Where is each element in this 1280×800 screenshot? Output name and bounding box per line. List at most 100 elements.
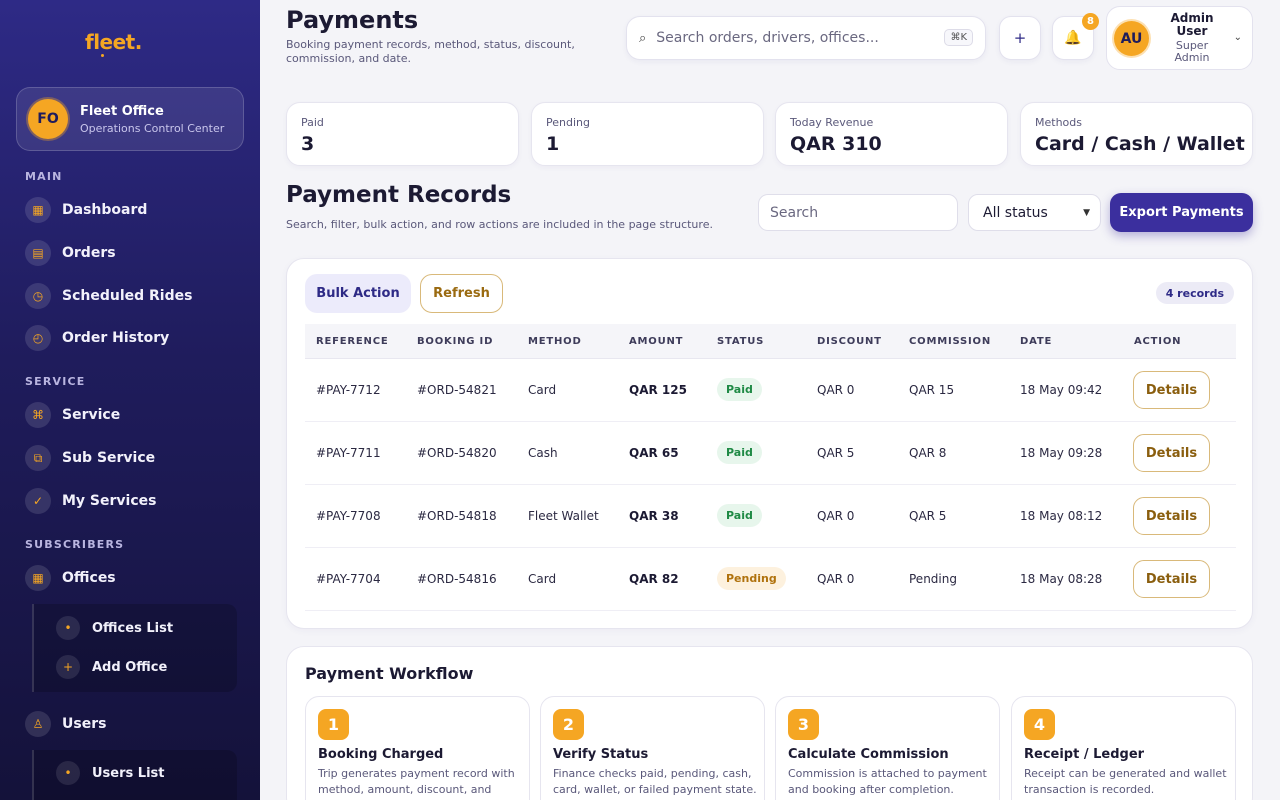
cell-date: 18 May 09:28	[1020, 446, 1103, 460]
check-icon: ✓	[25, 488, 51, 514]
stat-value: QAR 310	[790, 133, 882, 155]
cell-amount: QAR 82	[629, 572, 679, 586]
plus-icon: +	[1013, 29, 1027, 47]
sidebar-subitem-label: Offices List	[92, 620, 174, 636]
sidebar-subitem-add-office[interactable]: + Add Office	[56, 655, 167, 679]
bulk-action-button[interactable]: Bulk Action	[305, 274, 411, 313]
step-title: Calculate Commission	[788, 747, 949, 762]
sidebar-item-orders[interactable]: ▤ Orders	[25, 239, 116, 267]
cell-method: Card	[528, 383, 557, 397]
user-role: Super Admin	[1174, 39, 1210, 64]
sidebar-item-sub-service[interactable]: ⧉ Sub Service	[25, 444, 155, 472]
office-switcher[interactable]: FO Fleet Office Operations Control Cente…	[16, 87, 244, 151]
status-filter-value: All status	[983, 204, 1048, 221]
logo-dot	[101, 54, 104, 57]
add-button[interactable]: +	[999, 16, 1041, 60]
sidebar-item-label: Orders	[62, 245, 116, 261]
sidebar-item-label: Scheduled Rides	[62, 288, 193, 304]
offices-icon: ▦	[25, 565, 51, 591]
column-header: REFERENCE	[316, 336, 389, 347]
cell-commission: QAR 15	[909, 383, 955, 397]
chevron-down-icon: ⌄	[1233, 32, 1242, 43]
copy-icon: ⧉	[25, 445, 51, 471]
step-title: Receipt / Ledger	[1024, 747, 1145, 762]
sidebar-subitem-offices-list[interactable]: • Offices List	[56, 616, 173, 640]
step-number: 2	[553, 709, 584, 740]
details-button[interactable]: Details	[1133, 434, 1210, 472]
sidebar-item-my-services[interactable]: ✓ My Services	[25, 487, 156, 515]
cell-method: Fleet Wallet	[528, 509, 599, 523]
step-title: Verify Status	[553, 747, 649, 762]
column-header: COMMISSION	[909, 336, 992, 347]
table-row[interactable]: #PAY-7712 #ORD-54821 Card QAR 125 Paid Q…	[305, 359, 1236, 422]
sidebar-item-order-history[interactable]: ◴ Order History	[25, 324, 169, 352]
stat-card-methods: Methods Card / Cash / Wallet	[1020, 102, 1253, 166]
dot-icon: •	[56, 616, 80, 640]
status-badge: Paid	[717, 378, 762, 401]
cell-booking-id: #ORD-54821	[417, 383, 497, 397]
cell-date: 18 May 08:12	[1020, 509, 1103, 523]
details-button[interactable]: Details	[1133, 560, 1210, 598]
sidebar-subitem-label: Add Office	[92, 659, 168, 675]
column-header: BOOKING ID	[417, 336, 494, 347]
status-badge: Paid	[717, 441, 762, 464]
sidebar-item-scheduled-rides[interactable]: ◷ Scheduled Rides	[25, 282, 192, 310]
records-title: Payment Records	[286, 182, 512, 208]
column-header: DATE	[1020, 336, 1053, 347]
user-menu[interactable]: AU Admin User Super Admin ⌄	[1106, 6, 1253, 70]
step-description: Commission is attached to payment and bo…	[788, 767, 987, 796]
user-icon: ♙	[25, 711, 51, 737]
cell-reference: #PAY-7712	[316, 383, 381, 397]
column-header: DISCOUNT	[817, 336, 882, 347]
cell-discount: QAR 0	[817, 572, 855, 586]
column-header: STATUS	[717, 336, 765, 347]
sidebar-subitem-users-list[interactable]: • Users List	[56, 761, 164, 785]
payment-records-panel: Bulk Action Refresh 4 records REFERENCE …	[286, 258, 1253, 629]
table-row[interactable]: #PAY-7704 #ORD-54816 Card QAR 82 Pending…	[305, 548, 1236, 611]
workflow-step: 3 Calculate Commission Commission is att…	[775, 696, 1000, 800]
stat-card-paid: Paid 3	[286, 102, 519, 166]
section-label-main: MAIN	[25, 170, 63, 183]
search-input[interactable]: Search orders, drivers, offices...	[656, 30, 879, 46]
bell-icon: 🔔	[1064, 30, 1082, 46]
history-icon: ◴	[25, 325, 51, 351]
sidebar-item-label: Order History	[62, 330, 170, 346]
notifications-button[interactable]: 🔔 8	[1052, 13, 1099, 60]
table-row[interactable]: #PAY-7711 #ORD-54820 Cash QAR 65 Paid QA…	[305, 422, 1236, 485]
details-button[interactable]: Details	[1133, 371, 1210, 409]
sidebar-item-offices[interactable]: ▦ Offices	[25, 564, 116, 592]
sidebar-item-service[interactable]: ⌘ Service	[25, 401, 120, 429]
global-search[interactable]: ⌕ Search orders, drivers, offices... ⌘K	[626, 16, 986, 60]
sidebar-item-dashboard[interactable]: ▦ Dashboard	[25, 196, 147, 224]
step-number: 3	[788, 709, 819, 740]
cell-amount: QAR 38	[629, 509, 679, 523]
users-submenu: • Users List	[32, 750, 237, 800]
records-search-input[interactable]: Search	[758, 194, 958, 231]
avatar: AU	[1114, 21, 1149, 56]
step-description: Receipt can be generated and wallet tran…	[1024, 767, 1227, 796]
stat-value: 3	[301, 133, 315, 155]
section-label-subscribers: SUBSCRIBERS	[25, 538, 125, 551]
records-count-badge: 4 records	[1155, 282, 1234, 304]
refresh-button[interactable]: Refresh	[420, 274, 503, 313]
sidebar-item-label: Service	[62, 407, 121, 423]
cell-commission: QAR 8	[909, 446, 947, 460]
cell-discount: QAR 5	[817, 446, 855, 460]
app-logo[interactable]: fleet.	[85, 30, 142, 54]
column-header: AMOUNT	[629, 336, 684, 347]
step-number: 4	[1024, 709, 1055, 740]
records-subtitle: Search, filter, bulk action, and row act…	[286, 218, 713, 231]
sidebar: fleet. FO Fleet Office Operations Contro…	[0, 0, 260, 800]
details-button[interactable]: Details	[1133, 497, 1210, 535]
shortcut-hint: ⌘K	[944, 29, 973, 46]
table-row[interactable]: #PAY-7708 #ORD-54818 Fleet Wallet QAR 38…	[305, 485, 1236, 548]
sidebar-item-users[interactable]: ♙ Users	[25, 710, 106, 738]
cell-booking-id: #ORD-54816	[417, 572, 497, 586]
export-payments-button[interactable]: Export Payments	[1110, 193, 1253, 232]
plus-icon: +	[56, 655, 80, 679]
stat-value: 1	[546, 133, 560, 155]
stat-value: Card / Cash / Wallet	[1035, 133, 1245, 155]
status-filter-select[interactable]: All status ▼	[968, 194, 1101, 231]
orders-icon: ▤	[25, 240, 51, 266]
sidebar-item-label: Offices	[62, 570, 116, 586]
